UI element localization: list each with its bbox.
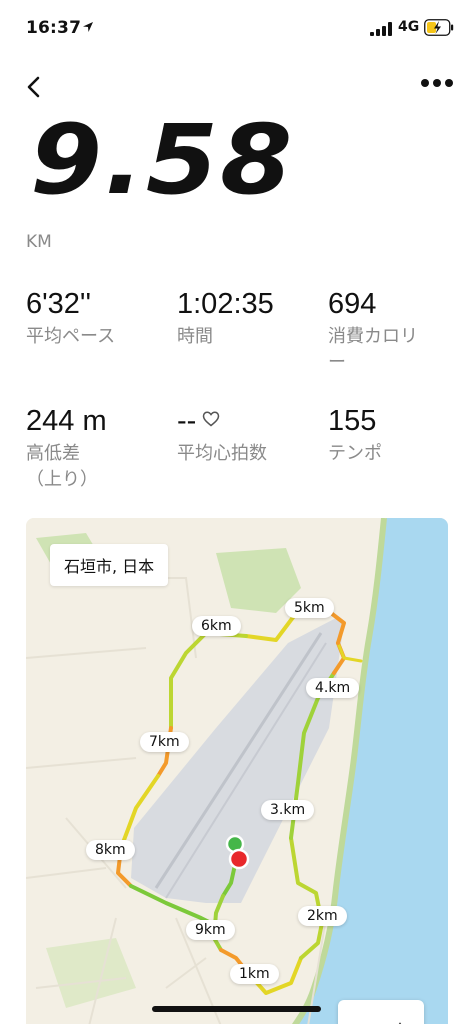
network-type: 4G	[398, 19, 420, 35]
km-marker: 2km	[298, 906, 347, 926]
map-toggle-icon	[398, 1022, 409, 1024]
stat-value: 155	[328, 405, 377, 437]
stat-value: 244 m	[26, 405, 107, 437]
map-canvas[interactable]	[26, 518, 448, 1024]
home-indicator	[152, 1006, 321, 1012]
km-marker: 3.km	[261, 800, 315, 820]
distance-unit: KM	[26, 232, 52, 252]
stat-elevation: 244 m 高低差 （上り）	[26, 405, 166, 493]
end-marker	[228, 848, 250, 870]
more-icon[interactable]	[420, 76, 454, 90]
km-marker: 4.km	[306, 678, 360, 698]
stat-label: 消費カロリ ー	[328, 326, 418, 373]
heart-icon	[203, 411, 220, 427]
route-map[interactable]: 石垣市, 日本 1km 2km 3.km 4.km 5km 6km 7km 8k…	[26, 518, 448, 1024]
signal-icon	[370, 22, 392, 36]
stat-duration: 1:02:35 時間	[177, 288, 317, 350]
stat-label: 時間	[177, 326, 213, 347]
status-bar: 16:37 4G	[0, 0, 473, 56]
stat-value: --	[177, 405, 317, 437]
stat-value: 6'32''	[26, 288, 91, 320]
status-time: 16:37	[26, 18, 82, 38]
stat-label: 平均心拍数	[177, 443, 267, 464]
km-marker: 9km	[186, 920, 235, 940]
location-arrow-icon	[83, 22, 93, 32]
stat-pace: 6'32'' 平均ペース	[26, 288, 166, 350]
stat-heart-rate: -- 平均心拍数	[177, 405, 317, 467]
stat-label: 高低差 （上り）	[26, 443, 98, 490]
place-label: 石垣市, 日本	[50, 544, 169, 586]
stat-label: テンポ	[328, 443, 382, 464]
distance-value: 9.58	[30, 104, 295, 216]
km-marker: 5km	[285, 598, 334, 618]
back-icon[interactable]	[22, 72, 48, 102]
km-marker: 6km	[192, 616, 241, 636]
km-marker: 1km	[230, 964, 279, 984]
km-marker: 7km	[140, 732, 189, 752]
battery-icon	[424, 19, 454, 36]
map-toggle-button[interactable]	[338, 1000, 424, 1024]
stat-calories: 694 消費カロリ ー	[328, 288, 448, 376]
stat-label: 平均ペース	[26, 326, 116, 347]
stat-value: 694	[328, 288, 377, 320]
km-marker: 8km	[86, 840, 135, 860]
stat-value: 1:02:35	[177, 288, 274, 320]
stat-value-text: --	[177, 405, 197, 437]
stat-cadence: 155 テンポ	[328, 405, 448, 467]
